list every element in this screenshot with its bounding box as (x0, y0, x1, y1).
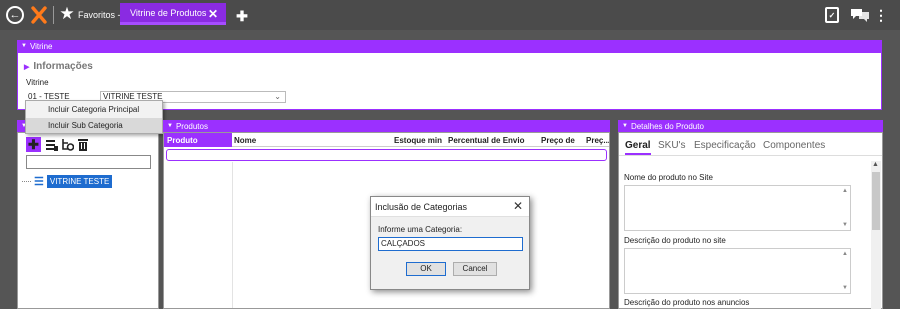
dialog-titlebar[interactable]: Inclusão de Categorias ✕ (371, 197, 529, 217)
logo-icon (31, 6, 47, 24)
collapse-icon: ▼ (622, 123, 628, 129)
close-icon[interactable]: ✕ (513, 199, 523, 213)
add-tab-icon[interactable]: ✚ (234, 8, 250, 24)
produtos-panel-header[interactable]: ▼ Produtos (163, 120, 610, 132)
col-nome[interactable]: Nome (234, 133, 384, 147)
clipboard-icon[interactable]: ✓ (825, 7, 839, 23)
section-title: Informações (33, 61, 93, 72)
detalhes-panel-title: Detalhes do Produto (630, 121, 704, 131)
top-bar: ← ★ Favoritos - Vitrine de Produtos ✕ ✚ … (0, 0, 900, 30)
tree-node-icon: ☰ (34, 176, 44, 188)
tree-search-input[interactable] (26, 155, 151, 169)
scrollbar-thumb[interactable] (872, 172, 880, 230)
tab-componentes[interactable]: Componentes (763, 140, 825, 151)
col-preco-de[interactable]: Preço de (541, 133, 581, 147)
detalhes-panel-header[interactable]: ▼ Detalhes do Produto (618, 120, 883, 132)
grid-filter-row[interactable] (166, 149, 607, 161)
col-label: Nome (234, 135, 257, 145)
ok-label: OK (420, 264, 432, 273)
scroll-up-icon[interactable]: ▲ (842, 188, 848, 194)
chevron-down-icon: ⌄ (274, 92, 281, 101)
col-label: Estoque min (394, 135, 443, 145)
trash-icon[interactable] (77, 138, 89, 151)
inclusao-categorias-dialog: Inclusão de Categorias ✕ Informe uma Cat… (370, 196, 530, 290)
tab-label: Geral (625, 140, 651, 151)
col-label: Preço de (541, 135, 575, 145)
tab-skus[interactable]: SKU's (658, 140, 685, 151)
more-vertical-icon[interactable]: ⋮ (874, 7, 888, 23)
categoria-input-value: CALÇADOS (381, 239, 426, 248)
menu-item-incluir-sub-categoria[interactable]: Incluir Sub Categoria (26, 118, 162, 133)
categoria-input[interactable]: CALÇADOS (378, 237, 523, 251)
col-divider (232, 162, 233, 308)
tabs-underline (619, 155, 882, 156)
tab-geral[interactable]: Geral (625, 140, 651, 155)
menu-item-label: Incluir Sub Categoria (48, 121, 123, 130)
dialog-title: Inclusão de Categorias (375, 202, 468, 212)
vitrine-panel-header[interactable]: ▼ Vitrine (17, 40, 882, 52)
cancel-label: Cancel (462, 264, 488, 273)
panel-scrollbar[interactable]: ▲ (871, 161, 881, 309)
tree-root-label: VITRINE TESTE (46, 175, 113, 188)
nome-site-textarea[interactable]: ▲ ▼ (624, 185, 851, 231)
produtos-panel-title: Produtos (175, 121, 208, 131)
toolbar: ✚ (26, 137, 160, 153)
tab-label: Especificação (694, 140, 756, 151)
tab-vitrine-produtos[interactable]: Vitrine de Produtos ✕ (120, 3, 226, 25)
col-percentual-envio[interactable]: Percentual de Envio (448, 133, 534, 147)
collapse-icon: ▼ (167, 123, 173, 129)
grid-header-row: Produto Nome Estoque min Percentual de E… (164, 133, 609, 147)
descricao-site-textarea[interactable]: ▲ ▼ (624, 248, 851, 294)
field-label-nome-site: Nome do produto no Site (624, 173, 713, 182)
informacoes-section[interactable]: ▶ Informações (24, 61, 93, 72)
tree-root-item[interactable]: ☰ VITRINE TESTE (22, 175, 113, 188)
back-icon[interactable]: ← (6, 6, 24, 24)
col-estoque-min[interactable]: Estoque min (394, 133, 444, 147)
vitrine-panel-title: Vitrine (29, 41, 53, 51)
tab-label: Componentes (763, 140, 826, 151)
cancel-button[interactable]: Cancel (453, 262, 497, 276)
col-label: Preç... (586, 135, 609, 145)
dialog-label: Informe uma Categoria: (378, 225, 463, 234)
collapse-icon: ▼ (21, 43, 27, 49)
col-preco[interactable]: Preç... (586, 133, 609, 147)
chat-icon[interactable] (850, 7, 870, 23)
list-add-icon[interactable] (45, 138, 58, 151)
scroll-down-icon[interactable]: ▼ (842, 222, 848, 228)
col-label: Percentual de Envio (448, 135, 525, 145)
tab-label: Vitrine de Produtos (130, 7, 207, 18)
close-tab-icon[interactable]: ✕ (208, 7, 218, 21)
scroll-down-icon[interactable]: ▼ (842, 285, 848, 291)
vitrine-field-label: Vitrine (26, 78, 49, 87)
scroll-up-icon[interactable]: ▲ (842, 251, 848, 257)
ok-button[interactable]: OK (406, 262, 446, 276)
hierarchy-icon[interactable] (61, 138, 75, 151)
context-menu: Incluir Categoria Principal Incluir Sub … (25, 100, 163, 134)
favorites-label[interactable]: Favoritos - (78, 10, 121, 20)
tree-line (22, 181, 31, 182)
scroll-up-icon[interactable]: ▲ (872, 161, 879, 168)
menu-item-label: Incluir Categoria Principal (48, 105, 140, 114)
col-label: Produto (167, 135, 198, 145)
add-icon[interactable]: ✚ (26, 137, 41, 152)
field-label-descricao-anuncios: Descrição do produto nos anuncios (624, 298, 750, 307)
workspace: ▼ Vitrine ▶ Informações Vitrine 01 - TES… (0, 30, 900, 309)
col-produto[interactable]: Produto (164, 133, 232, 147)
tab-label: SKU's (658, 140, 686, 151)
expand-icon: ▶ (24, 63, 30, 71)
detalhes-panel: Geral SKU's Especificação Componentes No… (618, 132, 883, 309)
tree-panel: ✚ ☰ VITRINE TESTE (17, 132, 159, 309)
field-label-descricao-site: Descrição do produto no site (624, 236, 726, 245)
menu-item-incluir-categoria-principal[interactable]: Incluir Categoria Principal (26, 102, 162, 117)
star-icon[interactable]: ★ (58, 4, 76, 23)
tab-especificacao[interactable]: Especificação (694, 140, 756, 151)
divider (53, 6, 54, 24)
